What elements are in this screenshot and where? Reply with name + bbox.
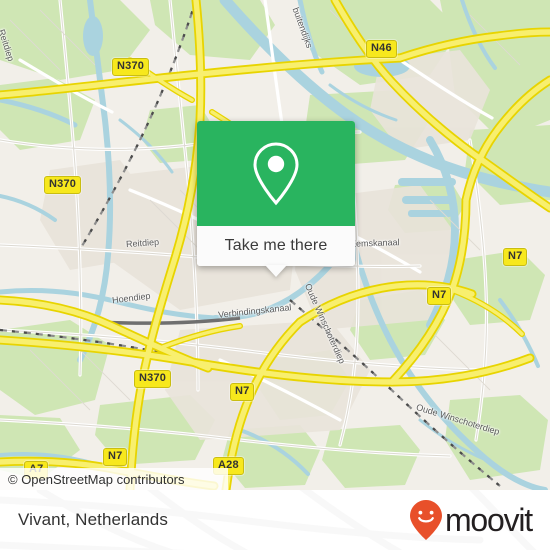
footer-bar: Vivant, Netherlands moovit: [0, 490, 550, 550]
card-pointer-tail: [265, 265, 287, 277]
road-shield: N370: [134, 370, 172, 388]
location-popup-card[interactable]: Take me there: [197, 121, 355, 277]
road-shield: N7: [503, 248, 528, 266]
road-shield: N7: [230, 383, 255, 401]
road-shield: N7: [103, 448, 128, 466]
osm-attribution-text: © OpenStreetMap contributors: [8, 471, 185, 487]
place-name: Vivant, Netherlands: [18, 510, 168, 529]
road-shield: N370: [112, 58, 150, 76]
map-canvas[interactable]: N370 N370 N370 N46 N7 N7 N7 N7 A28 A7 Re…: [0, 0, 550, 490]
road-shield: N46: [366, 40, 397, 58]
card-image-area: [197, 121, 355, 226]
moovit-smiley-pin-icon: [409, 500, 442, 540]
road-shield: N370: [44, 176, 82, 194]
moovit-wordmark: moovit: [444, 502, 533, 538]
osm-attribution[interactable]: © OpenStreetMap contributors: [0, 468, 228, 490]
take-me-there-button[interactable]: Take me there: [197, 226, 355, 277]
moovit-location-card: N370 N370 N370 N46 N7 N7 N7 N7 A28 A7 Re…: [0, 0, 550, 550]
map-pin-icon: [253, 141, 299, 205]
road-shield: N7: [427, 287, 452, 305]
take-me-there-label: Take me there: [224, 237, 328, 254]
moovit-brand: moovit: [409, 499, 533, 541]
